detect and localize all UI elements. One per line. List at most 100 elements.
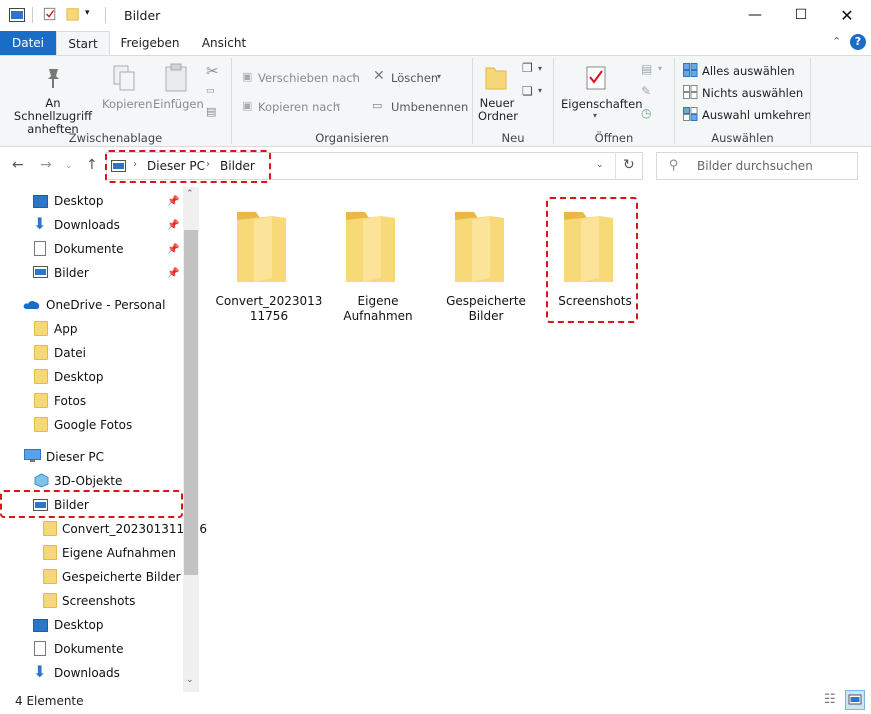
up-arrow-icon[interactable]: ↑ bbox=[86, 157, 98, 173]
folder-icon bbox=[43, 569, 57, 584]
folder-label-line: Gespeicherte bbox=[446, 294, 526, 308]
folder-label-convert[interactable]: Convert_2023013 11756 bbox=[214, 294, 324, 324]
properties-icon[interactable] bbox=[584, 64, 610, 94]
select-group-label: Auswählen bbox=[711, 131, 774, 145]
nav-pc-dokumente[interactable]: Dokumente bbox=[54, 642, 124, 656]
invert-selection-button[interactable]: Auswahl umkehren bbox=[702, 108, 812, 122]
address-highlight-annotation bbox=[105, 150, 271, 183]
nav-pc-desktop[interactable]: Desktop bbox=[54, 618, 104, 632]
recent-locations-icon[interactable]: ⌄ bbox=[65, 161, 73, 171]
maximize-button[interactable]: ☐ bbox=[778, 0, 824, 31]
folder-icon bbox=[34, 417, 48, 432]
tab-freigeben[interactable]: Freigeben bbox=[116, 31, 184, 55]
new-group-label: Neu bbox=[501, 131, 525, 145]
history-icon[interactable]: ◷ bbox=[641, 106, 651, 120]
scroll-up-icon[interactable]: ⌃ bbox=[186, 189, 194, 199]
folder-label-gespeicherte-bilder[interactable]: Gespeicherte Bilder bbox=[431, 294, 541, 324]
delete-button[interactable]: Löschen bbox=[391, 71, 438, 85]
nav-onedrive-google-fotos[interactable]: Google Fotos bbox=[54, 418, 132, 432]
customize-quick-access-icon[interactable]: ▾ bbox=[85, 8, 90, 18]
select-all-button[interactable]: Alles auswählen bbox=[702, 64, 795, 78]
nav-onedrive[interactable]: OneDrive - Personal bbox=[46, 298, 165, 312]
new-folder-icon[interactable] bbox=[484, 64, 510, 92]
new-folder-quick-icon[interactable] bbox=[65, 7, 81, 21]
forward-arrow-icon[interactable]: → bbox=[40, 157, 52, 173]
folder-label-line: Convert_2023013 bbox=[215, 294, 323, 308]
folder-icon bbox=[455, 212, 504, 282]
tab-start[interactable]: Start bbox=[56, 31, 110, 55]
scrollbar-thumb[interactable] bbox=[184, 230, 198, 575]
move-to-button[interactable]: Verschieben nach bbox=[258, 71, 360, 85]
details-view-icon[interactable]: ☷ bbox=[824, 692, 836, 707]
move-to-icon[interactable]: ▣ bbox=[242, 70, 252, 83]
new-item-icon[interactable]: ❐ bbox=[522, 61, 533, 75]
address-dropdown-icon[interactable]: ⌄ bbox=[596, 160, 604, 170]
ribbon-separator bbox=[810, 58, 811, 144]
cut-icon[interactable]: ✂ bbox=[206, 62, 219, 80]
nav-onedrive-fotos[interactable]: Fotos bbox=[54, 394, 86, 408]
nav-onedrive-datei[interactable]: Datei bbox=[54, 346, 86, 360]
properties-button[interactable]: Eigenschaften bbox=[561, 97, 643, 111]
rename-icon[interactable]: ▭ bbox=[372, 99, 382, 112]
nav-pc-downloads[interactable]: Downloads bbox=[54, 666, 120, 680]
folder-icon bbox=[346, 212, 395, 282]
scroll-down-icon[interactable]: ⌄ bbox=[186, 675, 194, 685]
nav-desktop-pinned[interactable]: Desktop bbox=[54, 194, 104, 208]
pictures-icon bbox=[33, 266, 48, 278]
help-icon[interactable]: ? bbox=[850, 34, 866, 50]
select-none-button[interactable]: Nichts auswählen bbox=[702, 86, 803, 100]
copy-button[interactable]: Kopieren bbox=[102, 97, 152, 111]
folder-icon bbox=[43, 545, 57, 560]
select-all-icon bbox=[683, 63, 698, 77]
back-arrow-icon[interactable]: ← bbox=[12, 157, 24, 173]
large-icons-view-button[interactable] bbox=[845, 690, 865, 710]
copy-path-icon[interactable]: ▭ bbox=[206, 86, 215, 96]
tab-datei[interactable]: Datei bbox=[0, 31, 56, 55]
nav-dokumente-pinned[interactable]: Dokumente bbox=[54, 242, 124, 256]
new-folder-button[interactable]: Neuer Ordner bbox=[478, 97, 518, 123]
folder-label-line: Eigene bbox=[357, 294, 399, 308]
downloads-icon: ⬇ bbox=[33, 662, 47, 681]
minimize-button[interactable]: — bbox=[732, 0, 778, 31]
folder-label-eigene-aufnahmen[interactable]: Eigene Aufnahmen bbox=[323, 294, 433, 324]
rename-button[interactable]: Umbenennen bbox=[391, 100, 468, 114]
easy-access-icon[interactable]: ❏ bbox=[522, 84, 533, 98]
title-bar: ▾ Bilder — ☐ ✕ bbox=[0, 0, 871, 31]
nav-onedrive-desktop[interactable]: Desktop bbox=[54, 370, 104, 384]
folder-icon bbox=[43, 593, 57, 608]
nav-dieser-pc[interactable]: Dieser PC bbox=[46, 450, 104, 464]
3d-objects-icon bbox=[34, 473, 49, 488]
folder-icon bbox=[237, 212, 286, 282]
nav-screenshots[interactable]: Screenshots bbox=[62, 594, 135, 608]
properties-quick-icon[interactable] bbox=[42, 7, 58, 21]
nav-onedrive-app[interactable]: App bbox=[54, 322, 77, 336]
search-input[interactable]: Bilder durchsuchen bbox=[697, 159, 813, 173]
tab-ansicht[interactable]: Ansicht bbox=[195, 31, 253, 55]
open-icon[interactable]: ▤ bbox=[641, 62, 652, 76]
collapse-ribbon-icon[interactable]: ⌃ bbox=[832, 35, 841, 48]
pin-icon: 📌 bbox=[167, 196, 180, 207]
copy-to-button[interactable]: Kopieren nach bbox=[258, 100, 340, 114]
chevron-down-icon: ▾ bbox=[658, 64, 663, 73]
edit-icon[interactable]: ✎ bbox=[641, 84, 651, 98]
ribbon-tabs: Datei Start Freigeben Ansicht ⌃ ? bbox=[0, 31, 871, 55]
copy-icon[interactable] bbox=[112, 64, 138, 94]
nav-gespeicherte-bilder[interactable]: Gespeicherte Bilder bbox=[62, 570, 181, 584]
pin-icon[interactable] bbox=[40, 65, 66, 91]
folder-icon bbox=[34, 345, 48, 360]
nav-bilder-pinned[interactable]: Bilder bbox=[54, 266, 89, 280]
documents-icon bbox=[34, 641, 46, 656]
nav-3d-objekte[interactable]: 3D-Objekte bbox=[54, 474, 122, 488]
pin-icon: 📌 bbox=[167, 244, 180, 255]
close-button[interactable]: ✕ bbox=[824, 0, 870, 31]
nav-eigene-aufnahmen[interactable]: Eigene Aufnahmen bbox=[62, 546, 176, 560]
paste-button[interactable]: Einfügen bbox=[153, 97, 204, 111]
paste-icon[interactable] bbox=[164, 63, 190, 93]
window-title: Bilder bbox=[124, 8, 161, 23]
refresh-icon[interactable]: ↻ bbox=[623, 157, 635, 173]
copy-to-icon[interactable]: ▣ bbox=[242, 99, 252, 112]
pin-icon: 📌 bbox=[167, 220, 180, 231]
delete-icon[interactable]: ✕ bbox=[373, 68, 385, 84]
paste-shortcut-icon[interactable]: ▤ bbox=[206, 105, 216, 118]
nav-downloads-pinned[interactable]: Downloads bbox=[54, 218, 120, 232]
